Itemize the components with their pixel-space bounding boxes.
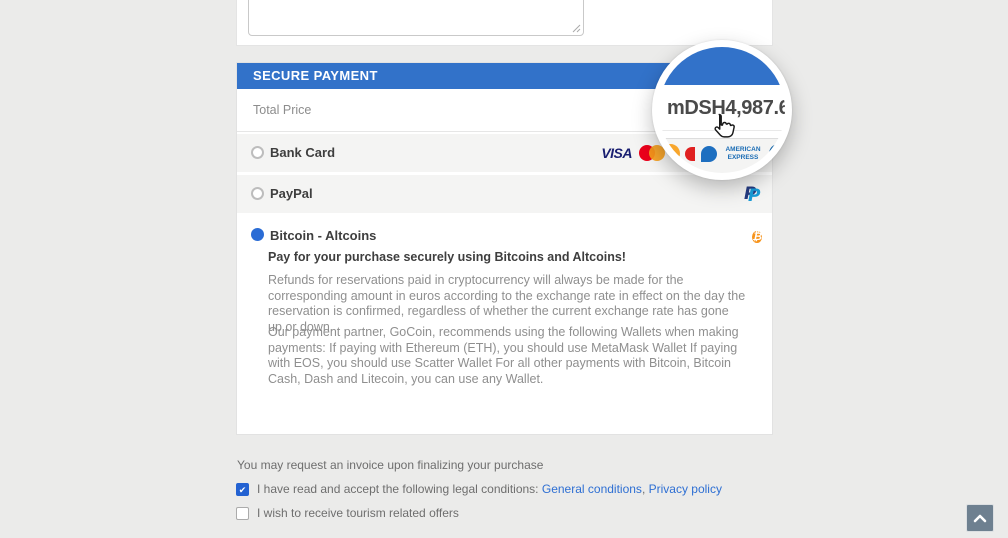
diners-club-icon	[769, 144, 785, 163]
comments-textarea[interactable]	[248, 0, 584, 36]
magnified-card-brands: AMERICAN EXPRESS	[659, 144, 785, 163]
comments-card	[236, 0, 773, 46]
radio-paypal[interactable]	[251, 187, 264, 200]
legal-conditions-label: I have read and accept the following leg…	[257, 482, 722, 496]
tourism-offers-label: I wish to receive tourism related offers	[257, 506, 459, 520]
chevron-up-icon	[973, 514, 987, 523]
legal-conditions-row: ✔ I have read and accept the following l…	[236, 482, 722, 496]
card-logo-icon	[701, 146, 717, 162]
secure-payment-title: SECURE PAYMENT	[253, 68, 378, 83]
general-conditions-link[interactable]: General conditions	[542, 482, 642, 496]
bank-card-label: Bank Card	[270, 145, 335, 160]
visa-icon: VISA	[601, 145, 632, 161]
payment-method-paypal[interactable]: PayPal P P	[237, 175, 772, 213]
tourism-offers-checkbox[interactable]	[236, 507, 249, 520]
magnified-header-band	[659, 47, 785, 85]
privacy-policy-link[interactable]: Privacy policy	[649, 482, 722, 496]
payment-method-bitcoin[interactable]: Bitcoin - Altcoins ₿	[237, 220, 772, 254]
maestro-icon	[685, 147, 695, 161]
checkout-page: SECURE PAYMENT Total Price mDSH4,987.63 …	[0, 0, 1008, 538]
mastercard-icon	[659, 144, 679, 163]
total-price-label: Total Price	[253, 103, 311, 117]
cursor-hand-icon	[711, 113, 736, 141]
bitcoin-icon: ₿	[752, 231, 762, 243]
tourism-offers-row: I wish to receive tourism related offers	[236, 506, 459, 520]
textarea-resize-handle[interactable]	[572, 24, 581, 33]
american-express-icon: AMERICAN EXPRESS	[723, 146, 763, 162]
magnifier-circle: mDSH4,987.63 AMERICAN EXPRESS	[652, 40, 792, 180]
bitcoin-info-heading: Pay for your purchase securely using Bit…	[268, 250, 626, 264]
paypal-label: PayPal	[270, 186, 313, 201]
radio-bank-card[interactable]	[251, 146, 264, 159]
bitcoin-info-paragraph-2: Our payment partner, GoCoin, recommends …	[268, 325, 746, 387]
radio-bitcoin-selected[interactable]	[251, 228, 264, 241]
legal-conditions-checkbox[interactable]: ✔	[236, 483, 249, 496]
invoice-note: You may request an invoice upon finalizi…	[237, 458, 543, 472]
bitcoin-label: Bitcoin - Altcoins	[270, 228, 376, 243]
bitcoin-section: Bitcoin - Altcoins ₿ Pay for your purcha…	[237, 214, 772, 434]
paypal-icon: P P	[744, 184, 762, 204]
scroll-to-top-button[interactable]	[966, 504, 994, 532]
